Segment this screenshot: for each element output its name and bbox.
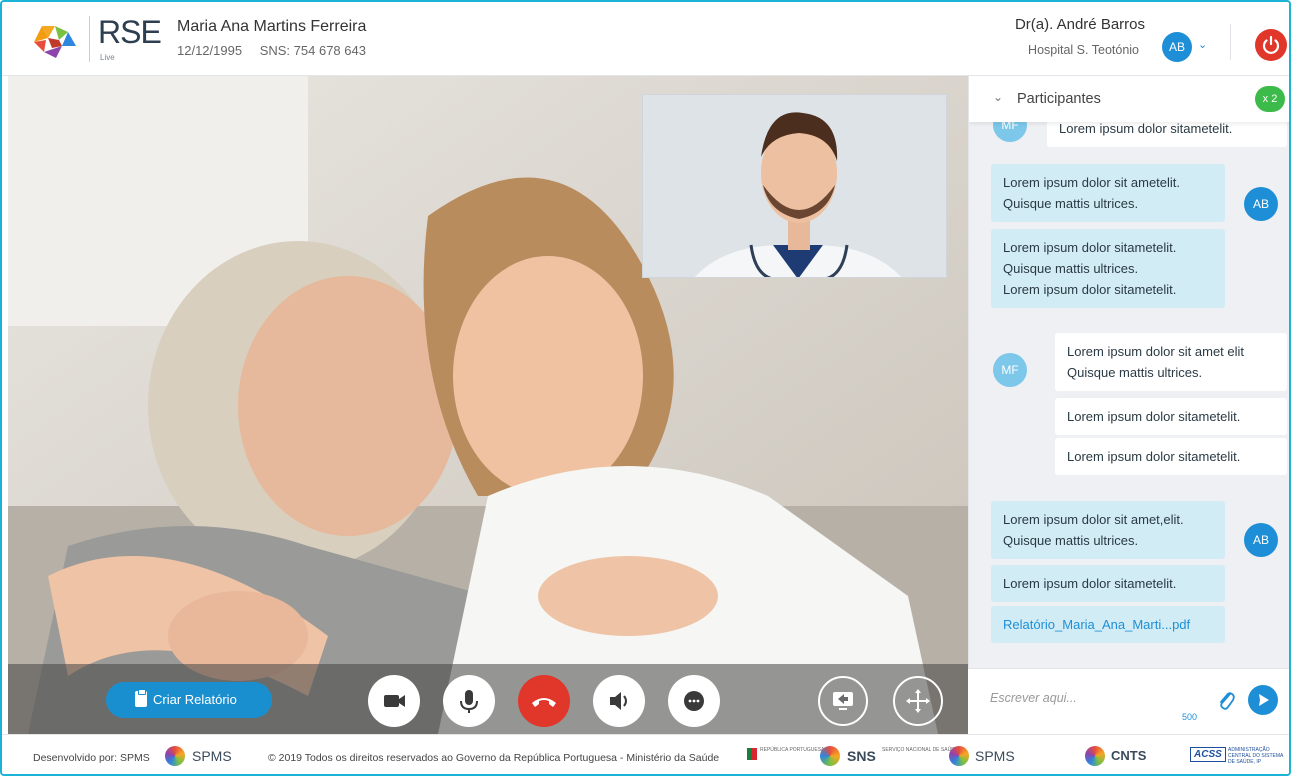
chat-message-line: Quisque mattis ultrices. (1003, 533, 1139, 548)
chat-message-line: Quisque mattis ultrices. (1003, 261, 1139, 276)
republica-logo-text: REPÚBLICA PORTUGUESA (760, 747, 825, 753)
user-avatar[interactable]: AB (1162, 32, 1192, 62)
microphone-icon (460, 690, 478, 713)
send-icon (1259, 694, 1269, 706)
chat-message-line: Quisque mattis ultrices. (1067, 365, 1203, 380)
avatar: MF (993, 353, 1027, 387)
avatar: AB (1244, 187, 1278, 221)
character-counter: 500 (1182, 712, 1198, 722)
chat-message-line: Lorem ipsum dolor sitametelit. (1003, 240, 1177, 255)
chat-message: Lorem ipsum dolor sitametelit. (1055, 398, 1287, 435)
speaker-toggle-button[interactable] (593, 675, 645, 727)
chat-message-line: Lorem ipsum dolor sitametelit. (1003, 282, 1177, 297)
spms-logo-icon (165, 746, 185, 766)
message-composer: Escrever aqui... 500 (968, 668, 1289, 734)
footer: Desenvolvido por: SPMS SPMS © 2019 Todos… (2, 734, 1289, 774)
acss-logo-subtext: ADMINISTRAÇÃO CENTRAL DO SISTEMA DE SAÚD… (1228, 747, 1284, 765)
logo-divider (89, 16, 90, 62)
spms-logo-icon-2 (949, 746, 969, 766)
chat-message: Lorem ipsum dolor sit ametelit. Quisque … (991, 164, 1225, 222)
chat-message: Lorem ipsum dolor sitametelit. Quisque m… (991, 229, 1225, 308)
chat-message-line: Lorem ipsum dolor sit ametelit. (1003, 175, 1181, 190)
participants-count-badge: x 2 (1255, 86, 1285, 112)
avatar: AB (1244, 523, 1278, 557)
sns-logo-text: SNS (847, 748, 876, 764)
developed-by-text: Desenvolvido por: SPMS (33, 752, 150, 764)
chat-message-line: Lorem ipsum dolor sitametelit. (1003, 576, 1177, 591)
doctor-name: Dr(a). André Barros (1014, 16, 1145, 33)
chevron-down-icon[interactable]: ⌄ (993, 90, 1003, 104)
header: RSE Live Maria Ana Martins Ferreira 12/1… (2, 2, 1289, 76)
camera-icon (384, 695, 405, 707)
clipboard-icon (135, 689, 147, 707)
patient-sns: SNS: 754 678 643 (259, 43, 366, 58)
copyright-text: © 2019 Todos os direitos reservados ao G… (268, 752, 720, 764)
chat-message-line: Quisque mattis ultrices. (1003, 196, 1139, 211)
screen-share-button[interactable] (818, 676, 868, 726)
message-input[interactable]: Escrever aqui... (990, 691, 1077, 705)
local-video-preview[interactable] (642, 94, 947, 278)
speaker-icon (610, 692, 627, 710)
logo-text: RSE (98, 14, 162, 50)
logo-subtext: Live (100, 53, 115, 62)
paperclip-icon[interactable] (1216, 688, 1236, 712)
chat-message-line: Lorem ipsum dolor sitametelit. (1067, 409, 1241, 424)
sns-logo-icon (820, 746, 840, 766)
chat-message-line: Lorem ipsum dolor sitametelit. (1067, 449, 1241, 464)
move-icon (906, 689, 930, 713)
create-report-button[interactable]: Criar Relatório (106, 682, 272, 718)
move-video-button[interactable] (893, 676, 943, 726)
chevron-down-icon[interactable]: ⌄ (1198, 38, 1207, 51)
chat-message-line: Lorem ipsum dolor sit amet elit (1067, 344, 1245, 359)
cnts-logo-icon (1085, 746, 1105, 766)
chat-message-line: Lorem ipsum dolor sit amet,elit. (1003, 512, 1184, 527)
attachment-filename[interactable]: Relatório_Maria_Ana_Marti...pdf (1003, 614, 1213, 635)
doctor-hospital: Hospital S. Teotónio (1028, 43, 1139, 57)
cnts-logo-text: CNTS (1111, 748, 1147, 763)
remote-video (8, 76, 968, 734)
chat-panel: ⌄ Participantes x 2 MF Lorem ipsum dolor… (968, 76, 1289, 734)
chat-message-text: Lorem ipsum dolor sitametelit. (1059, 121, 1233, 136)
spms-logo-text-2: SPMS (975, 748, 1015, 764)
hang-up-button[interactable] (518, 675, 570, 727)
chat-icon (684, 691, 704, 711)
header-divider (1230, 24, 1231, 60)
patient-meta: 12/12/1995 SNS: 754 678 643 (177, 43, 366, 58)
chat-message: Lorem ipsum dolor sitametelit. (1055, 438, 1287, 475)
rse-logo-icon (34, 26, 76, 58)
chat-message: Lorem ipsum dolor sit amet elit Quisque … (1055, 333, 1287, 391)
patient-dob: 12/12/1995 (177, 43, 243, 58)
patient-name: Maria Ana Martins Ferreira (177, 18, 367, 35)
chat-message: Lorem ipsum dolor sit amet,elit. Quisque… (991, 501, 1225, 559)
hang-up-icon (532, 698, 556, 707)
sns-logo-subtext: SERVIÇO NACIONAL DE SAÚDE (882, 747, 959, 753)
chat-message: Lorem ipsum dolor sitametelit. (991, 565, 1225, 602)
doctor-video-image (643, 95, 946, 277)
camera-toggle-button[interactable] (368, 675, 420, 727)
spms-logo-text: SPMS (192, 748, 232, 764)
participants-header[interactable]: ⌄ Participantes x 2 (969, 76, 1289, 122)
power-icon (1262, 35, 1280, 54)
app-window: RSE Live Maria Ana Martins Ferreira 12/1… (0, 0, 1291, 776)
attachment-link[interactable]: Relatório_Maria_Ana_Marti...pdf (991, 606, 1225, 643)
participants-label: Participantes (1017, 91, 1101, 107)
microphone-toggle-button[interactable] (443, 675, 495, 727)
chat-toggle-button[interactable] (668, 675, 720, 727)
portugal-flag-icon (747, 748, 757, 760)
acss-logo-text: ACSS (1190, 747, 1226, 762)
logout-button[interactable] (1255, 29, 1287, 61)
send-button[interactable] (1248, 685, 1278, 715)
screen-share-icon (833, 692, 853, 710)
